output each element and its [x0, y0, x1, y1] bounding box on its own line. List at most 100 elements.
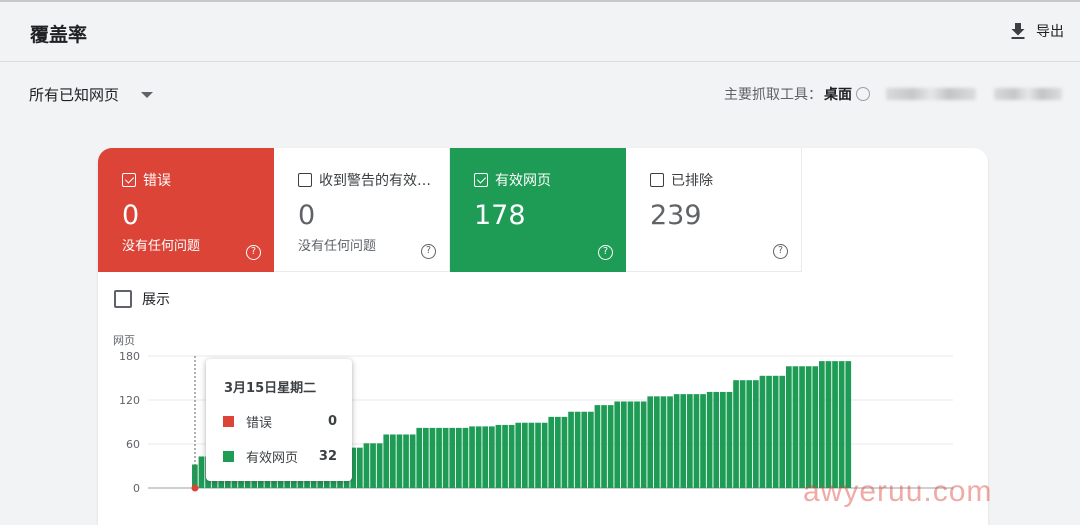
impressions-toggle[interactable]: 展示 — [114, 289, 170, 309]
y-axis-label: 网页 — [113, 334, 135, 347]
filter-row: 所有已知网页 主要抓取工具： 桌面 — [0, 63, 1080, 125]
bar-valid — [759, 375, 766, 488]
tooltip-label: 有效网页 — [246, 451, 299, 466]
bar-valid — [766, 375, 772, 488]
bar-valid — [601, 405, 607, 488]
bar-valid — [442, 427, 449, 488]
bar-valid — [482, 426, 489, 488]
bar-valid — [647, 396, 654, 488]
export-label: 导出 — [1036, 24, 1064, 40]
bar-valid — [753, 380, 759, 488]
help-icon[interactable]: ? — [598, 245, 613, 260]
bar-valid — [403, 434, 409, 488]
bar-valid — [416, 427, 423, 488]
checkbox-checked-icon — [474, 173, 488, 187]
bar-valid — [462, 427, 469, 488]
bar-valid — [706, 391, 713, 488]
bar-valid — [693, 394, 700, 488]
bar-valid — [449, 427, 456, 488]
bar-valid — [621, 401, 627, 488]
bar-valid — [574, 411, 581, 488]
bar-valid — [469, 426, 475, 488]
bar-valid — [548, 416, 555, 488]
bar-valid — [561, 416, 568, 488]
bar-valid — [475, 426, 482, 488]
tile-value: 0 — [122, 200, 140, 231]
bar-valid — [607, 405, 614, 488]
bar-valid — [396, 434, 403, 488]
bar-valid — [825, 361, 832, 488]
bar-valid — [812, 366, 819, 488]
impressions-label: 展示 — [142, 292, 170, 308]
bar-valid — [792, 366, 799, 488]
page-filter-label: 所有已知网页 — [29, 86, 120, 104]
coverage-card: 错误 0 没有任何问题 ? 收到警告的有效… 0 没有任何问题 ? 有效网页 1… — [98, 148, 988, 525]
tooltip-row-valid: 有效网页 32 — [223, 447, 341, 466]
help-icon[interactable]: ? — [421, 244, 436, 259]
bar-valid — [515, 422, 522, 488]
bar-valid — [713, 391, 720, 488]
bar-valid — [423, 427, 429, 488]
tile-value: 0 — [298, 200, 316, 231]
bar-valid — [640, 401, 647, 488]
checkbox-checked-icon — [122, 173, 136, 187]
export-button[interactable]: 导出 — [1010, 21, 1064, 41]
bar-valid — [409, 434, 416, 488]
bar-valid — [535, 422, 541, 488]
bar-valid — [429, 427, 436, 488]
crawler-value: 桌面 — [824, 87, 852, 103]
bar-valid — [508, 424, 515, 488]
bar-valid — [654, 396, 660, 488]
bar-valid — [489, 426, 495, 488]
tile-valid-with-warnings[interactable]: 收到警告的有效… 0 没有任何问题 ? — [274, 148, 450, 272]
bar-valid — [799, 366, 805, 488]
bar-valid — [733, 380, 739, 488]
bar-valid — [779, 375, 786, 488]
tooltip-value: 0 — [327, 414, 337, 429]
page-header: 覆盖率 导出 — [0, 2, 1080, 62]
bar-valid — [588, 411, 594, 488]
tooltip-row-error: 错误 0 — [223, 412, 341, 431]
bar-valid — [495, 424, 502, 488]
bar-valid — [832, 361, 838, 488]
bar-valid — [555, 416, 561, 488]
bar-valid — [383, 434, 390, 488]
help-icon[interactable]: ? — [246, 245, 261, 260]
tooltip-value: 32 — [318, 449, 337, 464]
checkbox-unchecked-icon — [650, 173, 664, 187]
tile-valid[interactable]: 有效网页 178 ? — [450, 148, 626, 272]
tile-excluded[interactable]: 已排除 239 ? — [626, 148, 802, 272]
chart-tooltip: 3月15日星期二 错误 0 有效网页 32 — [206, 359, 352, 481]
y-tick-label: 60 — [126, 438, 140, 451]
bar-valid — [667, 396, 673, 488]
crawler-label: 主要抓取工具： — [724, 87, 822, 103]
legend-swatch — [223, 416, 234, 427]
bar-valid — [363, 443, 370, 488]
primary-crawler: 主要抓取工具： 桌面 — [724, 84, 1062, 104]
help-icon[interactable] — [856, 87, 870, 101]
y-tick-label: 0 — [133, 482, 140, 495]
error-point — [191, 484, 199, 492]
redacted-text — [994, 88, 1062, 100]
page-title: 覆盖率 — [30, 24, 88, 46]
tile-error[interactable]: 错误 0 没有任何问题 ? — [98, 148, 274, 272]
bar-valid — [370, 443, 376, 488]
bar-valid — [720, 391, 726, 488]
page-filter-dropdown[interactable]: 所有已知网页 — [29, 84, 154, 105]
tile-label: 收到警告的有效… — [319, 173, 431, 189]
bar-valid — [660, 396, 667, 488]
bar-valid — [627, 401, 634, 488]
bar-valid — [805, 366, 812, 488]
bar-valid — [376, 443, 383, 488]
bar-valid — [845, 361, 852, 488]
tile-label: 有效网页 — [495, 173, 551, 189]
legend-swatch — [223, 451, 234, 462]
bar-valid — [739, 380, 746, 488]
tooltip-date: 3月15日星期二 — [224, 381, 317, 396]
checkbox-unchecked-icon — [114, 290, 132, 308]
bar-valid — [614, 401, 621, 488]
bar-valid — [746, 380, 753, 488]
help-icon[interactable]: ? — [773, 244, 788, 259]
bar-valid — [357, 447, 363, 488]
tile-value: 239 — [650, 200, 702, 231]
